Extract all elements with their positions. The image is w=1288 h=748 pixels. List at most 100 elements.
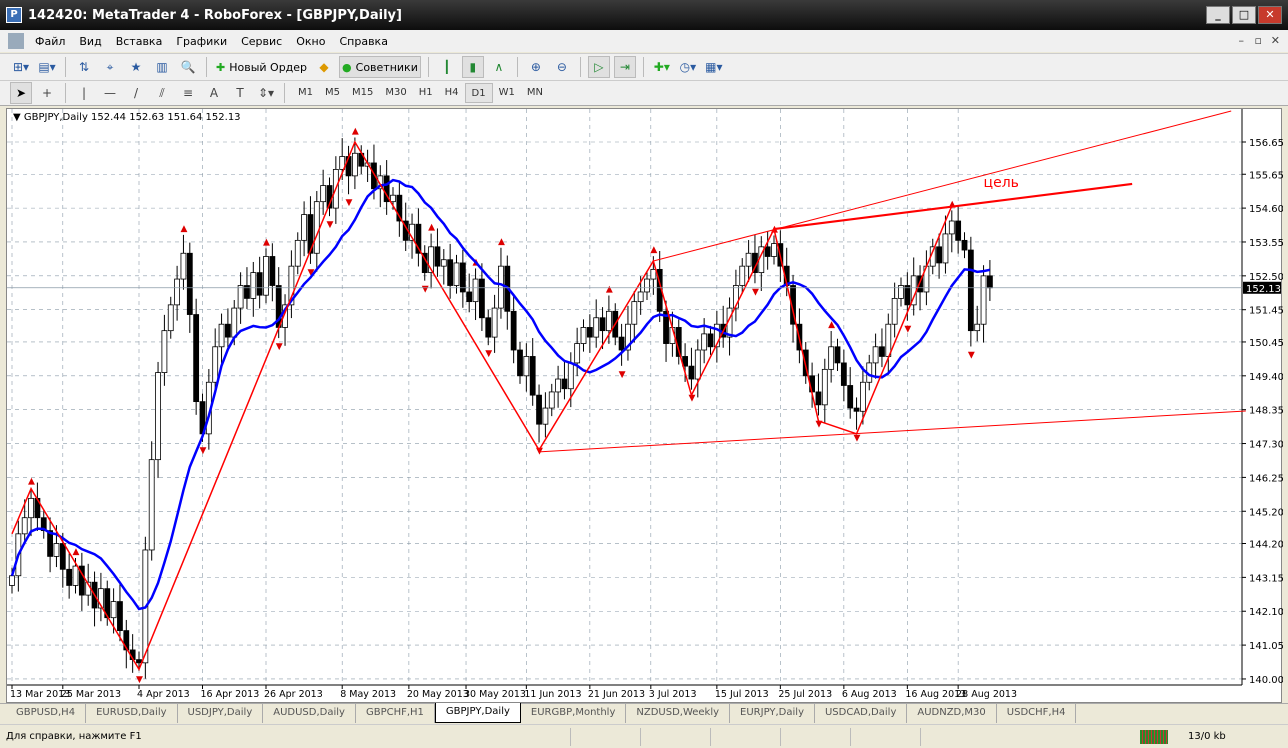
crosshair-icon[interactable]: + [36, 82, 58, 104]
chart-tab[interactable]: GBPUSD,H4 [6, 704, 87, 723]
candle [828, 330, 835, 383]
timeframe-m30[interactable]: M30 [379, 83, 412, 103]
candle-body [840, 362, 847, 386]
periods-icon[interactable]: ◷▾ [677, 56, 699, 78]
autoscroll-icon[interactable]: ▷ [587, 56, 610, 78]
vertical-line-icon[interactable]: | [73, 82, 95, 104]
chart-tab[interactable]: NZDUSD,Weekly [626, 704, 731, 723]
candle-body [523, 356, 530, 377]
menu-item[interactable]: Файл [28, 35, 72, 48]
candle-body [478, 278, 485, 319]
menu-item[interactable]: Вставка [109, 35, 170, 48]
candle [466, 273, 473, 313]
metaeditor-icon[interactable]: ◆ [313, 56, 335, 78]
chart-tab[interactable]: EURUSD,Daily [86, 704, 178, 723]
timeframe-m1[interactable]: M1 [292, 83, 319, 103]
zoom-in-icon[interactable]: ⊕ [525, 56, 547, 78]
chart-tab[interactable]: AUDUSD,Daily [263, 704, 356, 723]
candle [840, 349, 847, 402]
candle-body [828, 346, 835, 370]
tester-icon[interactable]: 🔍 [177, 56, 199, 78]
chart-tab[interactable]: GBPCHF,H1 [356, 704, 435, 723]
chart-window-icon[interactable] [8, 33, 24, 49]
candle [688, 347, 695, 390]
candle-body [180, 252, 187, 280]
arrows-icon[interactable]: ⇕▾ [255, 82, 277, 104]
candle-body [879, 346, 885, 357]
y-tick-label: 155.65 [1249, 170, 1283, 181]
market-watch-icon[interactable]: ⇅ [73, 56, 95, 78]
horizontal-line-icon[interactable]: — [99, 82, 121, 104]
mdi-restore-button[interactable]: ▫ [1255, 34, 1262, 47]
chart-tab[interactable]: GBPJPY,Daily [434, 703, 521, 723]
mdi-minimize-button[interactable]: – [1239, 34, 1245, 47]
bar-chart-icon[interactable]: ┃ [436, 56, 458, 78]
indicators-icon[interactable]: ✚▾ [651, 56, 673, 78]
chart-tab[interactable]: EURGBP,Monthly [521, 704, 627, 723]
candle-body [66, 568, 73, 586]
cursor-icon[interactable]: ➤ [10, 82, 32, 104]
minimize-button[interactable]: _ [1206, 6, 1230, 24]
candlestick-icon[interactable]: ▮ [461, 56, 484, 78]
close-button[interactable]: ✕ [1258, 6, 1282, 24]
candle-body [688, 365, 695, 380]
chart-shift-icon[interactable]: ⇥ [613, 56, 636, 78]
mdi-close-button[interactable]: ✕ [1271, 34, 1280, 47]
menu-item[interactable]: Сервис [234, 35, 289, 48]
equidistant-channel-icon[interactable]: ⫽ [151, 82, 173, 104]
profiles-icon[interactable]: ▤▾ [36, 56, 58, 78]
candle-body [536, 394, 542, 425]
experts-button[interactable]: ● Советники [339, 56, 421, 78]
price-chart[interactable]: 156.65 155.65 154.60 153.55 152.50 151.45 150.… [7, 109, 1283, 704]
candle-body [650, 268, 657, 280]
chart-tab[interactable]: EURJPY,Daily [730, 704, 815, 723]
candle [980, 265, 987, 343]
menu-item[interactable]: Справка [332, 35, 394, 48]
fibonacci-icon[interactable]: ≡ [177, 82, 199, 104]
fractal-up-icon: ▲ [428, 223, 435, 233]
x-tick-label: 20 May 2013 [407, 689, 469, 700]
chart-tab[interactable]: AUDNZD,M30 [907, 704, 997, 723]
candle-body [891, 298, 898, 325]
candle-body [174, 278, 181, 306]
timeframe-h4[interactable]: H4 [439, 83, 465, 103]
zoom-out-icon[interactable]: ⊖ [551, 56, 573, 78]
menu-item[interactable]: Вид [72, 35, 108, 48]
menu-item[interactable]: Графики [169, 35, 234, 48]
chart-window[interactable]: 156.65 155.65 154.60 153.55 152.50 151.45 150.… [6, 108, 1283, 704]
chart-tab[interactable]: USDCHF,H4 [997, 704, 1077, 723]
timeframe-m15[interactable]: M15 [346, 83, 379, 103]
trendline-icon[interactable]: / [125, 82, 147, 104]
templates-icon[interactable]: ▦▾ [703, 56, 725, 78]
chart-tab[interactable]: USDCAD,Daily [815, 704, 908, 723]
data-window-icon[interactable]: ⌖ [99, 56, 121, 78]
candle-body [466, 291, 473, 303]
timeframe-h1[interactable]: H1 [413, 83, 439, 103]
y-tick-label: 152.50 [1249, 272, 1283, 283]
x-tick-label: 21 Jun 2013 [588, 689, 645, 700]
new-order-button[interactable]: ✚ Новый Ордер [214, 56, 309, 78]
candle-body [320, 185, 327, 203]
text-label-icon[interactable]: T [229, 82, 251, 104]
candle [618, 323, 625, 366]
menu-item[interactable]: Окно [289, 35, 332, 48]
timeframe-d1[interactable]: D1 [464, 83, 493, 103]
new-chart-icon[interactable]: ⊞▾ [10, 56, 32, 78]
terminal-icon[interactable]: ▥ [151, 56, 173, 78]
text-icon[interactable]: A [203, 82, 225, 104]
timeframe-w1[interactable]: W1 [493, 83, 521, 103]
y-tick-label: 146.25 [1249, 473, 1283, 484]
candle [542, 392, 549, 438]
navigator-icon[interactable]: ★ [125, 56, 147, 78]
maximize-button[interactable]: □ [1232, 6, 1256, 24]
fractal-up-icon: ▲ [650, 245, 657, 255]
line-chart-icon[interactable]: ∧ [488, 56, 510, 78]
chart-tab[interactable]: USDJPY,Daily [178, 704, 264, 723]
candle [625, 305, 631, 361]
x-tick-label: 26 Apr 2013 [264, 689, 323, 700]
candle [967, 236, 974, 347]
candle [459, 249, 466, 308]
candle [948, 210, 955, 253]
timeframe-mn[interactable]: MN [521, 83, 549, 103]
timeframe-m5[interactable]: M5 [319, 83, 346, 103]
